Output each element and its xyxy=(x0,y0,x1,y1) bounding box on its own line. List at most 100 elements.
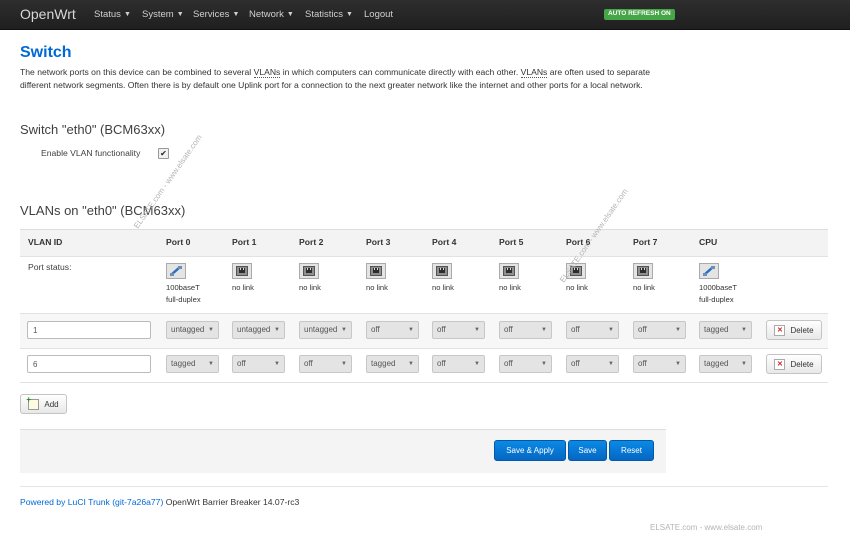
delete-vlan-button[interactable]: ✕ Delete xyxy=(766,320,822,340)
enable-vlan-label: Enable VLAN functionality xyxy=(41,148,141,158)
port-status-text: 1000baseT full-duplex xyxy=(699,282,737,306)
caret-down-icon: ▼ xyxy=(408,327,414,333)
select-value: off xyxy=(638,359,647,368)
select-value: off xyxy=(571,359,580,368)
select-value: off xyxy=(504,359,513,368)
select-value: off xyxy=(371,325,380,334)
port-4-select[interactable]: off ▼ xyxy=(432,355,485,373)
port-status-label: Port status: xyxy=(28,262,72,272)
vlan-id-input[interactable] xyxy=(27,355,151,373)
vlan-id-input[interactable] xyxy=(27,321,151,339)
caret-down-icon: ▼ xyxy=(274,361,280,367)
vlans-section-title: VLANs on "eth0" (BCM63xx) xyxy=(20,203,186,218)
menu-network[interactable]: Network ▼ xyxy=(249,9,294,20)
save-apply-button[interactable]: Save & Apply xyxy=(494,440,566,461)
port-status-text: no link xyxy=(566,282,588,294)
caret-down-icon: ▼ xyxy=(232,11,240,18)
port-1-select[interactable]: untagged ▼ xyxy=(232,321,285,339)
port-down-icon xyxy=(432,263,452,279)
select-value: tagged xyxy=(704,359,729,368)
row-divider xyxy=(20,348,828,349)
port-7-select[interactable]: off ▼ xyxy=(633,355,686,373)
port-cpu-select[interactable]: tagged ▼ xyxy=(699,321,752,339)
header-port-3: Port 3 xyxy=(366,237,391,247)
port-3-select[interactable]: tagged ▼ xyxy=(366,355,419,373)
port-status-text: no link xyxy=(232,282,254,294)
menu-logout[interactable]: Logout xyxy=(364,9,393,20)
delete-icon: ✕ xyxy=(774,324,786,336)
port-status-text: no link xyxy=(299,282,321,294)
menu-status[interactable]: Status ▼ xyxy=(94,9,131,20)
menu-label: Statistics xyxy=(305,9,344,20)
port-2-select[interactable]: off ▼ xyxy=(299,355,352,373)
add-vlan-button[interactable]: Add xyxy=(20,394,67,414)
port-speed: 1000baseT xyxy=(699,283,737,292)
port-down-icon xyxy=(299,263,319,279)
save-button[interactable]: Save xyxy=(568,440,607,461)
caret-down-icon: ▼ xyxy=(474,361,480,367)
caret-down-icon: ▼ xyxy=(741,361,747,367)
select-value: off xyxy=(571,325,580,334)
footer-divider xyxy=(20,486,828,487)
caret-down-icon: ▼ xyxy=(474,327,480,333)
caret-down-icon: ▼ xyxy=(608,327,614,333)
select-value: tagged xyxy=(704,325,729,334)
port-0-select[interactable]: tagged ▼ xyxy=(166,355,219,373)
port-1-select[interactable]: off ▼ xyxy=(232,355,285,373)
reset-button[interactable]: Reset xyxy=(609,440,654,461)
delete-vlan-button[interactable]: ✕ Delete xyxy=(766,354,822,374)
footer: Powered by LuCI Trunk (git-7a26a77) Open… xyxy=(20,497,299,507)
delete-label: Delete xyxy=(790,325,814,335)
caret-down-icon: ▼ xyxy=(675,361,681,367)
port-2-select[interactable]: untagged ▼ xyxy=(299,321,352,339)
port-speed: no link xyxy=(232,283,254,292)
caret-down-icon: ▼ xyxy=(541,327,547,333)
caret-down-icon: ▼ xyxy=(346,11,353,18)
select-value: off xyxy=(237,359,246,368)
port-speed: no link xyxy=(299,283,321,292)
port-down-icon xyxy=(499,263,519,279)
port-6-select[interactable]: off ▼ xyxy=(566,321,619,339)
luci-link[interactable]: Powered by LuCI Trunk (git-7a26a77) xyxy=(20,497,163,507)
menu-services[interactable]: Services ▼ xyxy=(193,9,239,20)
port-4-select[interactable]: off ▼ xyxy=(432,321,485,339)
menu-label: Status xyxy=(94,9,121,20)
port-cpu-select[interactable]: tagged ▼ xyxy=(699,355,752,373)
port-speed: no link xyxy=(432,283,454,292)
port-3-select[interactable]: off ▼ xyxy=(366,321,419,339)
select-value: untagged xyxy=(171,325,205,334)
caret-down-icon: ▼ xyxy=(123,11,131,18)
port-6-select[interactable]: off ▼ xyxy=(566,355,619,373)
brand-logo[interactable]: OpenWrt xyxy=(20,6,76,22)
port-down-icon xyxy=(633,263,653,279)
header-port-2: Port 2 xyxy=(299,237,324,247)
select-value: off xyxy=(304,359,313,368)
caret-down-icon: ▼ xyxy=(541,361,547,367)
caret-down-icon: ▼ xyxy=(274,327,280,333)
select-value: off xyxy=(638,325,647,334)
menu-label: System xyxy=(142,9,174,20)
port-status-text: no link xyxy=(432,282,454,294)
port-status-text: no link xyxy=(633,282,655,294)
caret-down-icon: ▼ xyxy=(608,361,614,367)
menu-statistics[interactable]: Statistics ▼ xyxy=(305,9,353,20)
enable-vlan-checkbox[interactable]: ✔ xyxy=(158,148,169,159)
port-5-select[interactable]: off ▼ xyxy=(499,321,552,339)
caret-down-icon: ▼ xyxy=(341,327,347,333)
port-0-select[interactable]: untagged ▼ xyxy=(166,321,219,339)
caret-down-icon: ▼ xyxy=(741,327,747,333)
port-down-icon xyxy=(366,263,386,279)
header-port-7: Port 7 xyxy=(633,237,658,247)
select-value: tagged xyxy=(371,359,396,368)
caret-down-icon: ▼ xyxy=(675,327,681,333)
select-value: untagged xyxy=(304,325,338,334)
select-value: off xyxy=(437,325,446,334)
switch-section-title: Switch "eth0" (BCM63xx) xyxy=(20,122,166,137)
menu-system[interactable]: System ▼ xyxy=(142,9,184,20)
auto-refresh-badge[interactable]: AUTO REFRESH ON xyxy=(604,9,675,20)
select-value: untagged xyxy=(237,325,271,334)
port-5-select[interactable]: off ▼ xyxy=(499,355,552,373)
port-7-select[interactable]: off ▼ xyxy=(633,321,686,339)
checkmark-icon: ✔ xyxy=(160,149,167,158)
port-status-text: no link xyxy=(366,282,388,294)
